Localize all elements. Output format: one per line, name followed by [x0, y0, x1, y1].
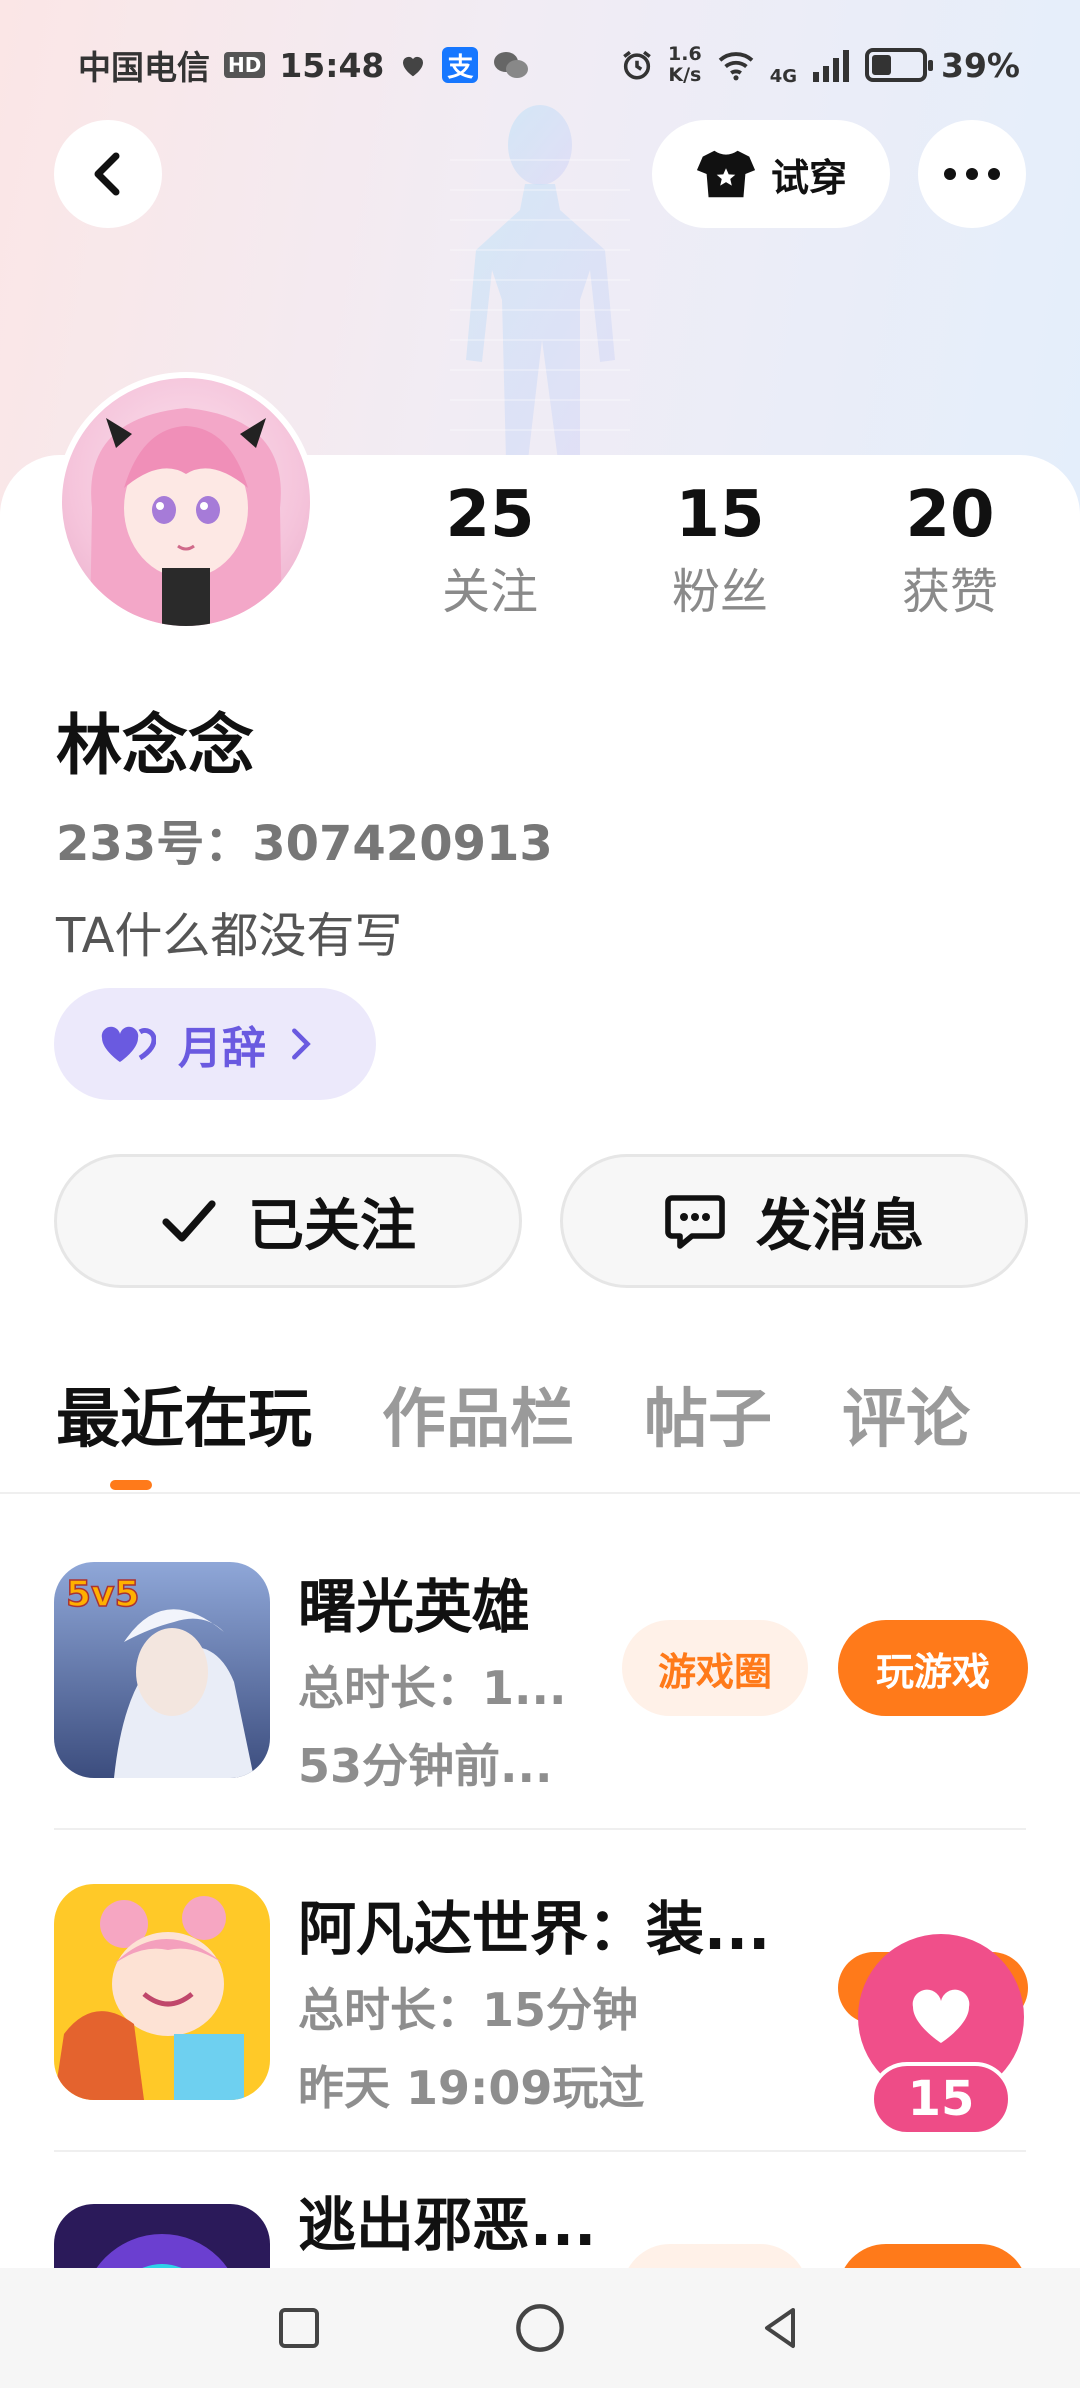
game-total-duration: 总时长：15分钟	[298, 1983, 639, 2037]
tshirt-icon	[696, 150, 756, 198]
tab-recently-played[interactable]: 最近在玩	[56, 1370, 312, 1470]
game-icon-escape-evil	[54, 2204, 270, 2268]
more-dots-icon	[944, 168, 1000, 180]
chevron-right-icon	[292, 1028, 311, 1060]
recent-apps-button[interactable]	[275, 2304, 323, 2352]
game-icon-badge: 5v5	[66, 1574, 140, 1615]
tabs-divider	[0, 1492, 1080, 1494]
system-navigation-bar	[0, 2268, 1080, 2388]
wifi-icon	[718, 52, 753, 81]
game-icon-art: 5v5	[54, 1562, 270, 1778]
relationship-badge-label: 月辞	[178, 1023, 266, 1074]
back-button[interactable]	[54, 120, 162, 228]
avatar-illustration	[90, 408, 282, 626]
game-title: 逃出邪恶...	[298, 2191, 597, 2259]
game-last-played: 53分钟前...	[298, 1739, 553, 1793]
profile-tabs: 最近在玩 作品栏 帖子 评论	[56, 1370, 1040, 1470]
game-icon-avatar-world	[54, 1884, 270, 2100]
carrier-name: 中国电信	[78, 48, 210, 87]
battery-level-fill	[872, 55, 891, 75]
game-icon-art	[54, 2204, 270, 2268]
checkmark-icon	[162, 1200, 216, 1242]
status-left: 中国电信 HD 15:48 支	[78, 41, 530, 89]
avatar-hologram-figure	[450, 105, 630, 460]
heart-icon	[912, 1989, 970, 2043]
stat-followers-label: 粉丝	[671, 564, 768, 620]
stat-likes[interactable]: 20 获赞	[860, 470, 1040, 630]
signal-icon	[813, 50, 849, 82]
network-speed-value: 1.6	[668, 43, 702, 65]
relationship-badge[interactable]: 月辞	[54, 988, 376, 1100]
stat-likes-value: 20	[905, 478, 995, 552]
status-bar: 中国电信 HD 15:48 支 1.6 K/s 4G 39%	[0, 0, 1080, 130]
stat-following-value: 25	[445, 478, 535, 552]
heart-shield-icon	[403, 56, 424, 77]
play-game-button[interactable]: 玩游戏	[838, 1620, 1028, 1716]
try-on-button[interactable]: 试穿	[652, 120, 890, 228]
game-circle-button[interactable]: 游戏圈	[622, 1620, 808, 1716]
user-id[interactable]: 233号：307420913	[56, 804, 553, 874]
active-tab-indicator	[110, 1480, 152, 1490]
battery-icon	[865, 48, 933, 82]
play-game-button-partial[interactable]	[838, 2244, 1026, 2268]
network-type: 4G	[769, 65, 797, 87]
hd-icon: HD	[224, 52, 266, 78]
followed-button[interactable]: 已关注	[54, 1154, 522, 1288]
status-right: 1.6 K/s 4G 39%	[620, 44, 1020, 87]
stat-following[interactable]: 25 关注	[400, 470, 580, 630]
network-speed: 1.6 K/s	[668, 44, 702, 86]
user-avatar[interactable]	[56, 372, 316, 632]
network-speed-unit: K/s	[668, 64, 702, 86]
floating-like-count: 15	[870, 2062, 1012, 2136]
tab-comments[interactable]: 评论	[842, 1370, 970, 1470]
stat-following-label: 关注	[441, 564, 538, 620]
stat-followers[interactable]: 15 粉丝	[630, 470, 810, 630]
profile-stats: 25 关注 15 粉丝 20 获赞	[400, 470, 1040, 630]
row-divider	[54, 2150, 1026, 2152]
home-button[interactable]	[514, 2302, 566, 2354]
game-circle-button-partial[interactable]	[622, 2244, 808, 2268]
game-title: 阿凡达世界：装...	[298, 1895, 771, 1963]
user-bio: TA什么都没有写	[56, 908, 403, 964]
battery-percent: 39%	[941, 45, 1020, 85]
tab-posts[interactable]: 帖子	[644, 1370, 772, 1470]
send-message-label: 发消息	[756, 1193, 924, 1259]
stat-followers-value: 15	[675, 478, 765, 552]
chat-bubble-icon	[665, 1195, 725, 1249]
list-item-game[interactable]: 5v5 曙光英雄 总时长：1... 53分钟前... 游戏圈 玩游戏	[54, 1530, 1028, 1852]
list-item-game[interactable]: 逃出邪恶...	[54, 2174, 1026, 2268]
game-icon-art	[54, 1884, 270, 2100]
chevron-left-icon	[94, 152, 120, 196]
alipay-icon: 支	[442, 47, 479, 83]
alarm-icon	[623, 50, 651, 80]
wechat-icon	[494, 52, 529, 78]
clock: 15:48	[279, 45, 385, 85]
send-message-button[interactable]: 发消息	[560, 1154, 1028, 1288]
more-options-button[interactable]	[918, 120, 1026, 228]
row-divider	[54, 1828, 1026, 1830]
game-total-duration: 总时长：1...	[298, 1661, 567, 1715]
try-on-label: 试穿	[770, 155, 847, 200]
back-nav-button[interactable]	[757, 2304, 805, 2352]
game-icon-dawn-heroes: 5v5	[54, 1562, 270, 1778]
game-title: 曙光英雄	[298, 1573, 531, 1641]
stat-likes-label: 获赞	[901, 564, 998, 620]
followed-button-label: 已关注	[248, 1193, 416, 1259]
double-heart-icon	[101, 1026, 156, 1062]
user-name: 林念念	[56, 707, 254, 784]
game-last-played: 昨天 19:09玩过	[298, 2061, 645, 2115]
tab-works[interactable]: 作品栏	[382, 1370, 574, 1470]
